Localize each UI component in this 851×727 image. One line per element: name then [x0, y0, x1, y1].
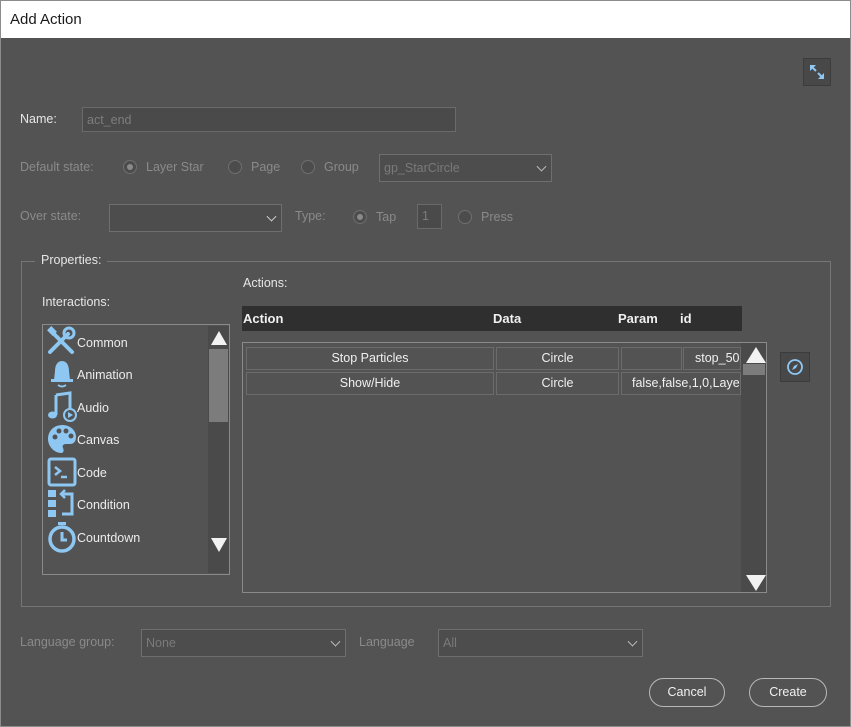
scroll-up-icon[interactable] [746, 347, 766, 363]
interaction-item-canvas[interactable]: Canvas [45, 423, 210, 455]
title-bar: Add Action [1, 1, 850, 38]
over-state-select[interactable] [109, 204, 282, 232]
compass-icon [787, 359, 803, 375]
column-action: Action [243, 311, 284, 326]
interaction-item-countdown[interactable]: Countdown [45, 521, 210, 553]
interaction-label: Common [77, 336, 128, 350]
window-title: Add Action [10, 11, 82, 28]
chevron-down-icon [330, 636, 341, 647]
cell-param[interactable] [621, 347, 682, 370]
radio-layer-star[interactable] [123, 160, 137, 174]
column-param: Param [618, 311, 658, 326]
radio-tap[interactable] [353, 210, 367, 224]
interaction-item-common[interactable]: Common [45, 326, 210, 358]
group-select-value: gp_StarCircle [384, 161, 460, 175]
terminal-icon [47, 457, 77, 487]
language-group-label: Language group: [20, 635, 115, 649]
name-input[interactable]: act_end [82, 107, 456, 132]
interaction-item-audio[interactable]: Audio [45, 391, 210, 423]
tools-icon [47, 326, 76, 354]
radio-layer-star-label: Layer Star [146, 160, 204, 174]
expand-button[interactable] [803, 58, 831, 86]
interactions-label: Interactions: [42, 295, 111, 309]
interaction-label: Audio [77, 401, 109, 415]
create-button[interactable]: Create [749, 678, 827, 707]
stopwatch-icon [48, 522, 76, 553]
music-note-icon [48, 391, 77, 422]
actions-label: Actions: [243, 276, 288, 290]
interaction-label: Condition [77, 498, 130, 512]
radio-page[interactable] [228, 160, 242, 174]
scroll-thumb[interactable] [209, 349, 228, 422]
type-label: Type: [295, 209, 326, 223]
group-select[interactable]: gp_StarCircle [379, 154, 552, 182]
tap-count-input[interactable]: 1 [417, 204, 442, 229]
navigate-button[interactable] [780, 352, 810, 382]
cell-id[interactable]: stop_50 [683, 347, 741, 370]
over-state-label: Over state: [20, 209, 82, 223]
cell-data[interactable]: Circle [496, 347, 619, 370]
name-label: Name: [20, 112, 57, 126]
actions-scrollbar[interactable] [741, 343, 766, 592]
chevron-down-icon [266, 211, 277, 222]
radio-tap-label: Tap [376, 210, 397, 224]
cell-action[interactable]: Stop Particles [246, 347, 494, 370]
interaction-item-code[interactable]: Code [45, 456, 210, 488]
cell-param[interactable]: false,false,1,0,Layer [621, 372, 741, 395]
scroll-down-icon[interactable] [746, 575, 766, 591]
radio-group[interactable] [301, 160, 315, 174]
chevron-down-icon [536, 161, 547, 172]
scroll-up-icon[interactable] [211, 331, 227, 345]
column-data: Data [493, 311, 522, 326]
properties-legend: Properties: [35, 253, 108, 267]
condition-icon [48, 489, 74, 517]
default-state-label: Default state: [20, 160, 94, 174]
cell-action[interactable]: Show/Hide [246, 372, 494, 395]
palette-icon [48, 425, 76, 453]
radio-press[interactable] [458, 210, 472, 224]
column-id: id [680, 311, 692, 326]
language-label: Language [359, 635, 415, 649]
scroll-down-icon[interactable] [211, 538, 227, 552]
scroll-thumb[interactable] [743, 364, 765, 375]
radio-press-label: Press [481, 210, 513, 224]
interaction-label: Canvas [77, 433, 120, 447]
interaction-label: Code [77, 466, 107, 480]
radio-page-label: Page [251, 160, 281, 174]
add-action-dialog: Add Action Name: act_end Default state: … [0, 0, 851, 727]
bell-icon [51, 361, 73, 388]
interaction-item-condition[interactable]: Condition [45, 488, 210, 520]
language-value: All [443, 636, 457, 650]
interactions-scrollbar[interactable] [208, 326, 229, 573]
language-select[interactable]: All [438, 629, 643, 657]
interactions-list[interactable]: Common Animation Audio Canvas Code Condi… [42, 324, 230, 575]
cell-data[interactable]: Circle [496, 372, 619, 395]
interaction-label: Countdown [77, 531, 141, 545]
interaction-item-animation[interactable]: Animation [45, 358, 210, 390]
actions-table-header: Action Data Param id [242, 306, 742, 331]
language-group-value: None [146, 636, 176, 650]
expand-icon [810, 65, 824, 79]
interaction-label: Animation [77, 368, 133, 382]
radio-group-label: Group [324, 160, 359, 174]
language-group-select[interactable]: None [141, 629, 346, 657]
actions-table[interactable]: Stop Particles Circle stop_50 Show/Hide … [242, 342, 767, 593]
cancel-button[interactable]: Cancel [649, 678, 725, 707]
chevron-down-icon [627, 636, 638, 647]
